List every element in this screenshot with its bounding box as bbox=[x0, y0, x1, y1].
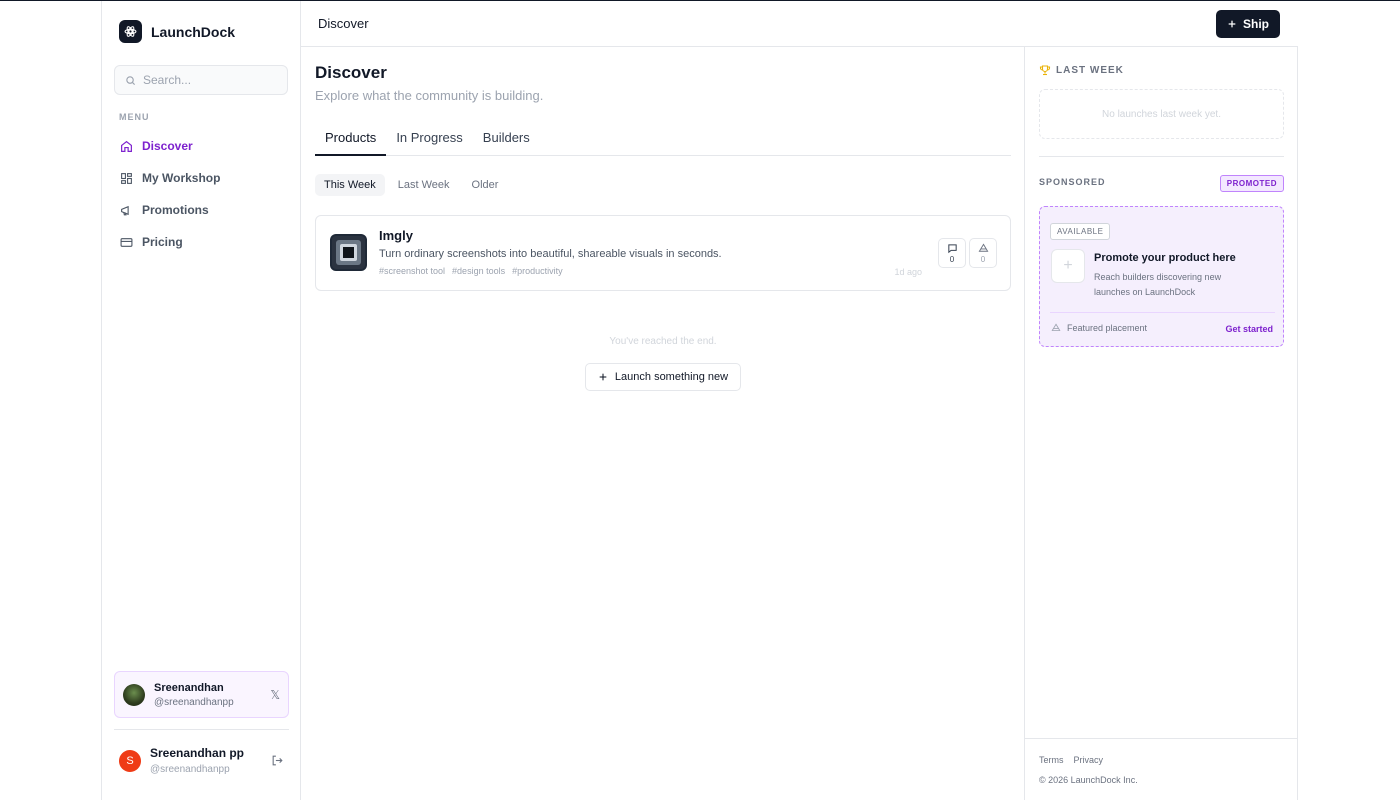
x-social-icon[interactable]: 𝕏 bbox=[270, 688, 280, 702]
upvote-triangle-icon bbox=[978, 242, 988, 252]
page-subtitle: Explore what the community is building. bbox=[315, 88, 544, 103]
brand[interactable]: LaunchDock bbox=[119, 20, 235, 43]
sidebar-item-label: Discover bbox=[142, 139, 193, 153]
menu-label: MENU bbox=[119, 112, 150, 122]
end-of-list-text: You've reached the end. bbox=[609, 336, 717, 347]
main-content: Discover Ship Discover Explore what the … bbox=[301, 1, 1298, 800]
search-icon bbox=[126, 75, 136, 85]
plus-icon: + bbox=[1051, 249, 1085, 283]
ship-label: Ship bbox=[1243, 17, 1269, 31]
profile-handle: @sreenandhanpp bbox=[154, 696, 234, 708]
sidebar-item-pricing[interactable]: Pricing bbox=[114, 228, 289, 256]
page-title: Discover bbox=[315, 63, 387, 82]
comment-count: 0 bbox=[949, 254, 955, 264]
promo-card[interactable]: AVAILABLE + Promote your product here Re… bbox=[1039, 206, 1284, 347]
tab-bar: Products In Progress Builders bbox=[315, 121, 1011, 156]
divider bbox=[1039, 156, 1284, 157]
footer-link-privacy[interactable]: Privacy bbox=[1074, 755, 1104, 765]
sidebar: LaunchDock MENU Discover My Workshop Pro… bbox=[102, 1, 301, 800]
rocket-logo-icon bbox=[119, 20, 142, 43]
search-box[interactable] bbox=[114, 65, 288, 95]
sidebar-item-my-workshop[interactable]: My Workshop bbox=[114, 164, 289, 192]
logout-icon[interactable] bbox=[271, 754, 284, 767]
credit-card-icon bbox=[120, 237, 133, 247]
get-started-link[interactable]: Get started bbox=[1225, 324, 1273, 334]
tab-builders[interactable]: Builders bbox=[473, 121, 540, 156]
product-time: 1d ago bbox=[894, 267, 922, 277]
ship-button[interactable]: Ship bbox=[1216, 10, 1280, 38]
sidebar-item-label: Pricing bbox=[142, 235, 183, 249]
product-thumbnail bbox=[330, 234, 367, 271]
last-week-heading: LAST WEEK bbox=[1039, 64, 1124, 76]
trophy-icon bbox=[1039, 65, 1051, 76]
upvote-button[interactable]: 0 bbox=[969, 238, 997, 268]
megaphone-icon bbox=[121, 205, 129, 215]
comment-button[interactable]: 0 bbox=[938, 238, 966, 268]
filter-last-week[interactable]: Last Week bbox=[389, 174, 459, 196]
filter-older[interactable]: Older bbox=[463, 174, 508, 196]
app-shell: LaunchDock MENU Discover My Workshop Pro… bbox=[101, 1, 1298, 800]
user-row: S Sreenandhan pp @sreenandhanpp bbox=[119, 746, 284, 775]
product-tag[interactable]: #screenshot tool bbox=[379, 266, 445, 276]
last-week-empty-state: No launches last week yet. bbox=[1039, 89, 1284, 139]
search-input[interactable] bbox=[143, 73, 273, 87]
home-icon bbox=[121, 140, 132, 152]
product-tag[interactable]: #design tools bbox=[452, 266, 505, 276]
topbar: Discover Ship bbox=[301, 1, 1298, 47]
footer-link-terms[interactable]: Terms bbox=[1039, 755, 1064, 765]
available-badge: AVAILABLE bbox=[1050, 223, 1111, 240]
promo-title: Promote your product here bbox=[1094, 252, 1236, 264]
comment-icon bbox=[947, 243, 957, 253]
plus-icon bbox=[599, 373, 607, 381]
tab-in-progress[interactable]: In Progress bbox=[386, 121, 472, 156]
promoted-badge: PROMOTED bbox=[1219, 175, 1284, 192]
profile-name: Sreenandhan bbox=[154, 681, 224, 694]
divider bbox=[1025, 738, 1297, 739]
topbar-title: Discover bbox=[318, 16, 369, 31]
user-name: Sreenandhan pp bbox=[150, 746, 245, 760]
profile-card-text: Sreenandhan @sreenandhanpp bbox=[154, 682, 261, 708]
sidebar-item-label: My Workshop bbox=[142, 171, 221, 185]
avatar bbox=[123, 683, 145, 706]
copyright: © 2026 LaunchDock Inc. bbox=[1039, 775, 1138, 785]
product-description: Turn ordinary screenshots into beautiful… bbox=[379, 248, 722, 260]
footer-links: Terms Privacy bbox=[1039, 755, 1103, 765]
upvote-triangle-icon bbox=[1051, 323, 1061, 331]
brand-name: LaunchDock bbox=[151, 23, 236, 40]
sidebar-item-discover[interactable]: Discover bbox=[114, 132, 289, 160]
divider bbox=[114, 729, 289, 730]
product-name[interactable]: Imgly bbox=[379, 228, 413, 243]
last-week-heading-label: LAST WEEK bbox=[1056, 64, 1124, 76]
divider bbox=[1050, 312, 1275, 313]
profile-card[interactable]: Sreenandhan @sreenandhanpp 𝕏 bbox=[114, 671, 289, 718]
sidebar-item-label: Promotions bbox=[142, 203, 209, 217]
time-filters: This Week Last Week Older bbox=[315, 174, 507, 196]
sponsored-label: SPONSORED bbox=[1039, 177, 1106, 187]
product-tags: #screenshot tool #design tools #producti… bbox=[379, 266, 563, 276]
product-card[interactable]: Imgly Turn ordinary screenshots into bea… bbox=[315, 215, 1011, 291]
plus-icon bbox=[1228, 20, 1236, 28]
sidebar-item-promotions[interactable]: Promotions bbox=[114, 196, 289, 224]
launch-label: Launch something new bbox=[614, 371, 729, 383]
user-avatar[interactable]: S bbox=[119, 749, 141, 772]
promo-description: Reach builders discovering new launches … bbox=[1094, 272, 1222, 297]
featured-label: Featured placement bbox=[1067, 323, 1148, 333]
right-panel: LAST WEEK No launches last week yet. SPO… bbox=[1025, 1, 1297, 800]
tab-products[interactable]: Products bbox=[315, 121, 387, 156]
featured-placement: Featured placement bbox=[1051, 323, 1147, 333]
launch-something-new-button[interactable]: Launch something new bbox=[585, 363, 741, 391]
filter-this-week[interactable]: This Week bbox=[315, 174, 385, 196]
user-handle: @sreenandhanpp bbox=[150, 764, 230, 775]
user-text: Sreenandhan pp @sreenandhanpp bbox=[150, 746, 262, 775]
grid-icon bbox=[121, 172, 132, 184]
sidebar-nav: Discover My Workshop Promotions Pricing bbox=[114, 132, 289, 260]
product-tag[interactable]: #productivity bbox=[512, 266, 563, 276]
upvote-count: 0 bbox=[980, 254, 986, 264]
